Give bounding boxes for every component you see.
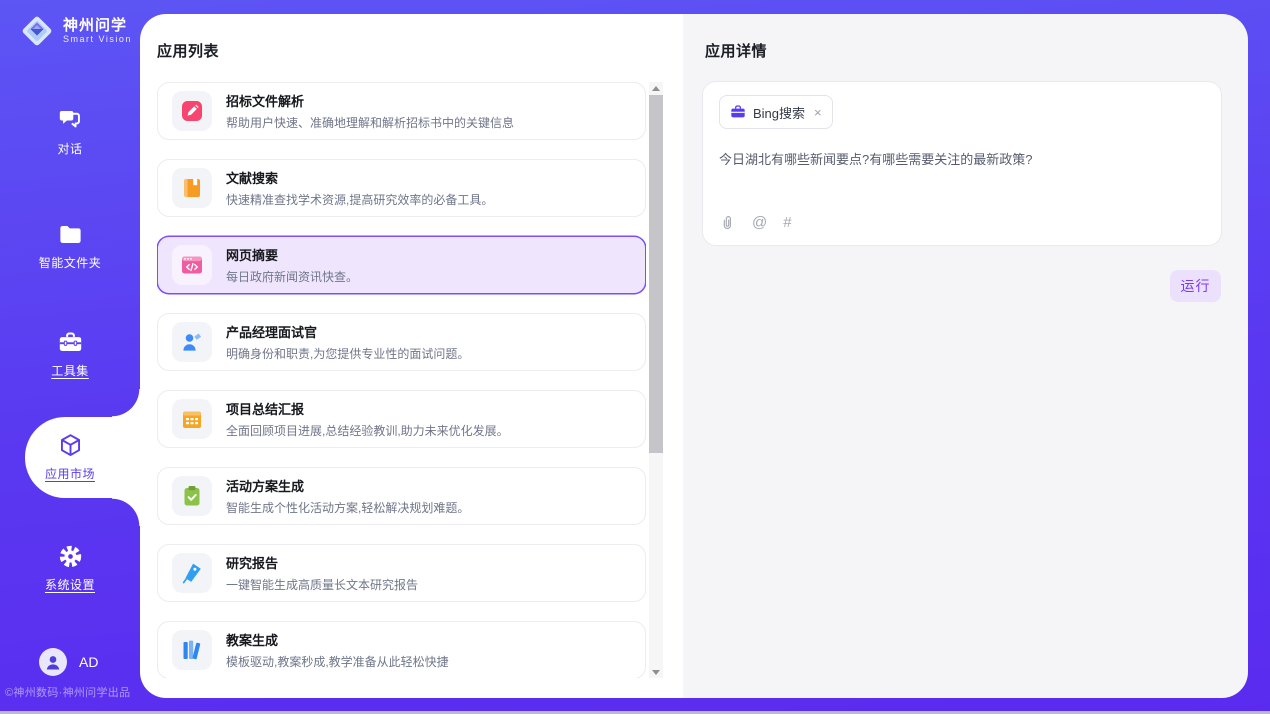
app-card-web-summary[interactable]: 网页摘要 每日政府新闻资讯快查。 <box>157 236 646 294</box>
sidebar-item-app-market[interactable]: 应用市场 <box>0 431 140 482</box>
tool-tag-label: Bing搜索 <box>753 103 805 122</box>
briefcase-icon <box>730 104 746 120</box>
book-icon <box>172 168 212 208</box>
chat-icon <box>56 106 84 134</box>
paperclip-icon[interactable] <box>719 214 736 231</box>
copyright: ©神州数码·神州问学出品 <box>5 684 140 700</box>
app-card-pm-interviewer[interactable]: 产品经理面试官 明确身份和职责,为您提供专业性的面试问题。 <box>157 313 646 371</box>
brand-name: 神州问学 <box>63 17 132 34</box>
up-arrow-icon <box>652 86 660 91</box>
app-card-literature[interactable]: 文献搜索 快速精准查找学术资源,提高研究效率的必备工具。 <box>157 159 646 217</box>
browser-code-icon <box>172 245 212 285</box>
app-detail-title: 应用详情 <box>705 40 767 61</box>
app-card-project-report[interactable]: 项目总结汇报 全面回顾项目进展,总结经验教训,助力未来优化发展。 <box>157 390 646 448</box>
tool-tag-bing-search[interactable]: Bing搜索 × <box>719 95 833 129</box>
sidebar-item-smart-folders[interactable]: 智能文件夹 <box>0 220 140 271</box>
folder-icon <box>56 220 84 248</box>
person-icon <box>43 652 63 672</box>
app-card-lesson-plan[interactable]: 教案生成 模板驱动,教案秒成,教学准备从此轻松快捷 <box>157 621 646 678</box>
scroll-down-button[interactable] <box>649 666 663 678</box>
prompt-card: Bing搜索 × 今日湖北有哪些新闻要点?有哪些需要关注的最新政策? @ # <box>702 81 1222 246</box>
app-card-bid-parse[interactable]: 招标文件解析 帮助用户快速、准确地理解和解析招标书中的关键信息 <box>157 82 646 140</box>
interviewer-icon <box>172 322 212 362</box>
books-icon <box>172 630 212 670</box>
composer-toolbar: @ # <box>719 214 792 231</box>
brand-logo: 神州问学 Smart Vision <box>18 12 132 50</box>
app-card-activity-plan[interactable]: 活动方案生成 智能生成个性化活动方案,轻松解决规划难题。 <box>157 467 646 525</box>
cube-icon <box>56 431 84 459</box>
prompt-input[interactable]: 今日湖北有哪些新闻要点?有哪些需要关注的最新政策? <box>719 150 1199 169</box>
clipboard-check-icon <box>172 476 212 516</box>
sidebar-item-toolset[interactable]: 工具集 <box>0 328 140 379</box>
pen-nib-icon <box>172 553 212 593</box>
content-area: 应用列表 招标文件解析 帮助用户快速、准确地理解和解析招标书中的关键信息 文献搜… <box>140 14 1248 698</box>
app-list-panel: 应用列表 招标文件解析 帮助用户快速、准确地理解和解析招标书中的关键信息 文献搜… <box>140 14 683 698</box>
down-arrow-icon <box>652 670 660 675</box>
sidebar-item-chat[interactable]: 对话 <box>0 106 140 157</box>
brand-tagline: Smart Vision <box>63 34 132 45</box>
user-account[interactable]: AD <box>39 648 98 676</box>
scrollbar-thumb[interactable] <box>649 95 663 453</box>
app-card-research[interactable]: 研究报告 一键智能生成高质量长文本研究报告 <box>157 544 646 602</box>
sidebar: 神州问学 Smart Vision 对话 智能文件夹 工具集 应用市场 系统设置 <box>0 0 140 714</box>
run-button[interactable]: 运行 <box>1170 270 1221 302</box>
user-initials: AD <box>79 654 98 670</box>
pen-square-icon <box>172 91 212 131</box>
app-detail-panel: 应用详情 Bing搜索 × 今日湖北有哪些新闻要点?有哪些需要关注的最新政策? <box>683 14 1248 698</box>
hash-icon[interactable]: # <box>783 215 791 231</box>
app-list: 招标文件解析 帮助用户快速、准确地理解和解析招标书中的关键信息 文献搜索 快速精… <box>157 82 646 678</box>
avatar <box>39 648 67 676</box>
app-list-title: 应用列表 <box>157 40 219 61</box>
brand-mark-icon <box>18 12 56 50</box>
mention-icon[interactable]: @ <box>752 215 767 231</box>
gear-icon <box>56 542 84 570</box>
scroll-up-button[interactable] <box>649 82 663 94</box>
remove-tool-icon[interactable]: × <box>814 105 822 120</box>
toolbox-icon <box>56 328 84 356</box>
sidebar-item-system-settings[interactable]: 系统设置 <box>0 542 140 593</box>
app-window: 神州问学 Smart Vision 对话 智能文件夹 工具集 应用市场 系统设置 <box>0 0 1270 714</box>
calendar-icon <box>172 399 212 439</box>
app-list-scrollbar[interactable] <box>649 82 663 678</box>
